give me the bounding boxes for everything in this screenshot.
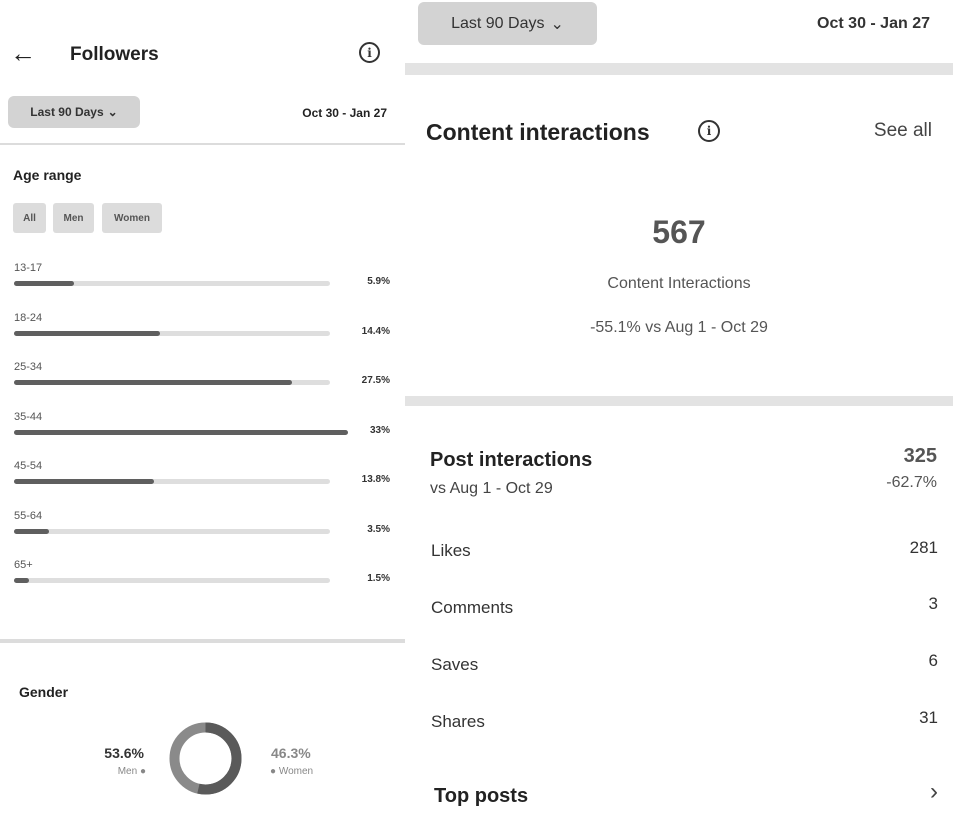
shares-label: Shares bbox=[431, 712, 485, 731]
divider bbox=[405, 396, 953, 406]
men-percent: 53.6% bbox=[104, 745, 144, 761]
age-bar-track bbox=[14, 528, 330, 534]
age-range-heading: Age range bbox=[13, 167, 82, 183]
followers-panel: ← Followers i Last 90 Days ⌄ Oct 30 - Ja… bbox=[0, 0, 405, 819]
women-percent: 46.3% bbox=[271, 745, 311, 761]
age-percent: 1.5% bbox=[367, 573, 390, 584]
chip-label: Women bbox=[114, 212, 150, 224]
post-interactions-title[interactable]: Post interactions bbox=[430, 449, 592, 472]
comments-label: Comments bbox=[431, 598, 514, 617]
age-percent: 5.9% bbox=[367, 276, 390, 287]
age-bar-fill bbox=[14, 380, 293, 385]
age-label: 65+ bbox=[14, 559, 33, 571]
age-bar-track bbox=[14, 330, 330, 336]
date-range-dropdown[interactable]: Last 90 Days ⌄ bbox=[8, 96, 140, 128]
divider bbox=[0, 639, 405, 643]
back-arrow-icon[interactable]: ← bbox=[10, 40, 36, 66]
comments-value: 3 bbox=[928, 594, 938, 613]
date-range-dropdown[interactable]: Last 90 Days ⌄ bbox=[418, 2, 597, 45]
page-title: Followers bbox=[70, 44, 159, 65]
age-label: 13-17 bbox=[14, 262, 43, 274]
content-interactions-title: Content interactions bbox=[426, 119, 650, 145]
age-percent: 14.4% bbox=[361, 325, 390, 337]
age-bar-fill bbox=[14, 330, 160, 336]
top-posts-label[interactable]: Top posts bbox=[434, 785, 528, 808]
age-bar-track bbox=[14, 380, 330, 385]
legend-dot-icon: ● bbox=[139, 766, 146, 777]
content-interactions-total: 567 bbox=[652, 214, 706, 250]
date-range-label: Last 90 Days bbox=[451, 14, 545, 32]
interactions-panel: Last 90 Days ⌄ Oct 30 - Jan 27 Content i… bbox=[405, 0, 953, 819]
see-all-link[interactable]: See all bbox=[874, 120, 932, 142]
divider bbox=[405, 63, 953, 75]
post-interactions-change: -62.7% bbox=[886, 474, 937, 491]
post-interactions-subtitle: vs Aug 1 - Oct 29 bbox=[430, 480, 553, 497]
women-legend: ● Women bbox=[270, 766, 313, 777]
post-interactions-value: 325 bbox=[903, 445, 937, 467]
age-label: 55-64 bbox=[14, 509, 43, 522]
saves-value: 6 bbox=[928, 651, 938, 670]
chip-label: Men bbox=[63, 212, 84, 224]
age-percent: 13.8% bbox=[361, 474, 390, 485]
content-interactions-comparison: -55.1% vs Aug 1 - Oct 29 bbox=[590, 319, 768, 336]
age-bar-fill bbox=[14, 578, 30, 583]
age-bar-track bbox=[14, 479, 330, 484]
age-label: 25-34 bbox=[14, 361, 43, 373]
date-range-text: Oct 30 - Jan 27 bbox=[817, 15, 930, 32]
gender-donut-chart bbox=[169, 722, 242, 795]
chevron-right-icon[interactable]: › bbox=[930, 778, 938, 806]
age-bar-fill bbox=[14, 479, 154, 484]
chip-label: All bbox=[23, 212, 36, 224]
legend-dot-icon: ● bbox=[270, 766, 277, 777]
date-range-text: Oct 30 - Jan 27 bbox=[302, 106, 387, 120]
content-interactions-label: Content Interactions bbox=[607, 275, 751, 292]
chevron-down-icon: ⌄ bbox=[107, 105, 118, 119]
age-bar-track bbox=[14, 281, 330, 286]
shares-value: 31 bbox=[919, 708, 938, 727]
age-label: 45-54 bbox=[14, 460, 43, 472]
age-label: 18-24 bbox=[14, 311, 43, 324]
men-legend-label: Men bbox=[117, 766, 138, 777]
women-legend-label: Women bbox=[278, 766, 314, 777]
date-range-label: Last 90 Days bbox=[30, 105, 104, 119]
age-bar-fill bbox=[14, 528, 50, 534]
gender-heading: Gender bbox=[19, 684, 69, 700]
age-label: 35-44 bbox=[14, 410, 43, 423]
age-bar-track bbox=[14, 578, 330, 583]
info-icon[interactable]: i bbox=[698, 120, 720, 142]
chevron-down-icon: ⌄ bbox=[550, 15, 564, 33]
men-legend: Men ● bbox=[60, 766, 146, 777]
chip-all[interactable]: All bbox=[13, 203, 46, 233]
age-bar-track bbox=[14, 429, 348, 435]
chip-men[interactable]: Men bbox=[53, 203, 94, 233]
age-percent: 27.5% bbox=[361, 375, 390, 386]
age-percent: 3.5% bbox=[367, 523, 390, 535]
saves-label: Saves bbox=[431, 655, 479, 674]
divider bbox=[0, 143, 405, 145]
info-icon[interactable]: i bbox=[359, 42, 380, 63]
age-bar-fill bbox=[14, 281, 74, 286]
chip-women[interactable]: Women bbox=[102, 203, 162, 233]
likes-label: Likes bbox=[431, 541, 471, 560]
age-percent: 33% bbox=[369, 424, 390, 436]
likes-value: 281 bbox=[909, 538, 938, 557]
age-bar-fill bbox=[14, 429, 348, 435]
